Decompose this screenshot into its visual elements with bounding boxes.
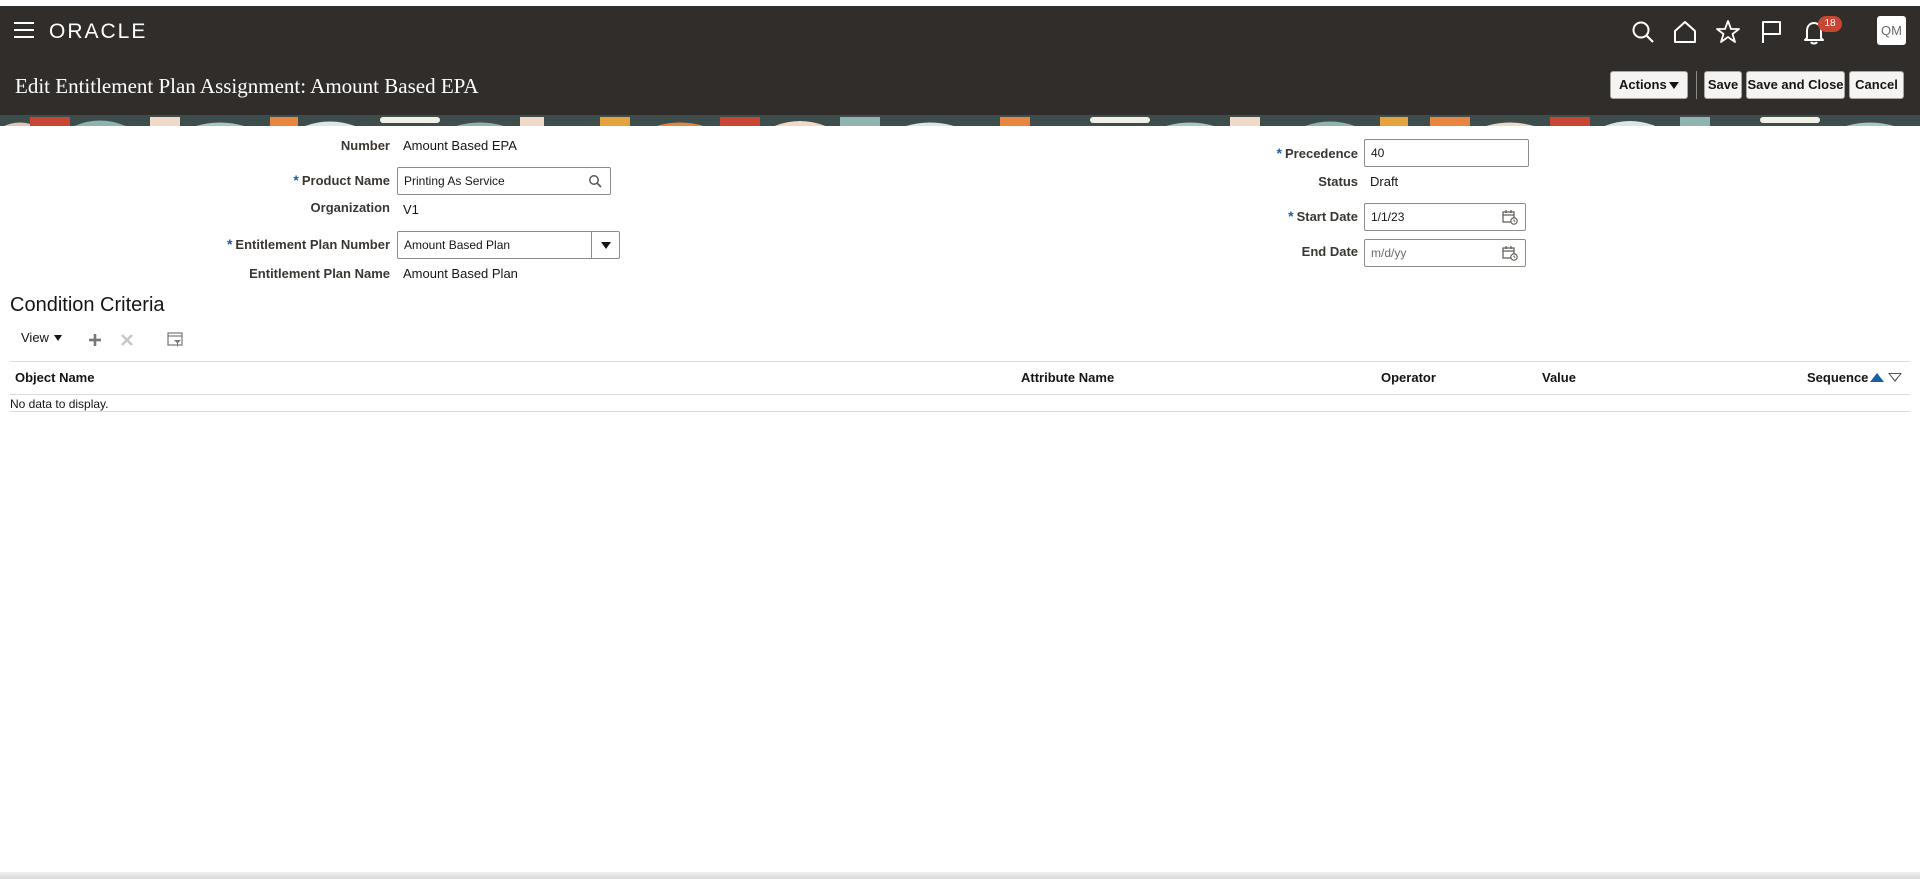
organization-label: Organization xyxy=(310,200,390,215)
end-date-input[interactable]: m/d/yy xyxy=(1364,239,1526,267)
home-icon[interactable] xyxy=(1671,18,1699,46)
start-date-label: * Start Date xyxy=(1200,208,1358,224)
product-name-label: * Product Name xyxy=(200,172,390,188)
view-label: View xyxy=(21,330,49,345)
product-name-label-text: Product Name xyxy=(301,173,390,188)
actions-menu-button[interactable]: Actions xyxy=(1610,71,1688,99)
number-value: Amount Based EPA xyxy=(403,138,517,153)
end-date-label: End Date xyxy=(1301,244,1358,259)
save-and-close-button[interactable]: Save and Close xyxy=(1746,71,1845,99)
page-title: Edit Entitlement Plan Assignment: Amount… xyxy=(15,74,479,98)
table-divider xyxy=(10,361,1910,362)
status-value: Draft xyxy=(1370,174,1399,189)
global-header: ORACLE 18 QM Edit Entitlement Plan Assig… xyxy=(0,0,1920,115)
sort-descending-icon[interactable] xyxy=(1888,373,1902,382)
table-bottom-divider xyxy=(10,411,1910,412)
start-date-input[interactable]: 1/1/23 xyxy=(1364,203,1526,231)
calendar-icon[interactable] xyxy=(1501,244,1519,262)
toolbar-divider xyxy=(1696,71,1697,99)
flag-icon[interactable] xyxy=(1757,18,1785,46)
oracle-logo[interactable]: ORACLE xyxy=(49,20,147,44)
organization-value: V1 xyxy=(403,202,419,217)
end-date-placeholder: m/d/yy xyxy=(1371,246,1407,260)
actions-label: Actions xyxy=(1619,77,1667,92)
user-avatar[interactable]: QM xyxy=(1877,16,1906,45)
column-header-operator[interactable]: Operator xyxy=(1381,370,1436,385)
required-marker: * xyxy=(1276,145,1282,161)
required-marker: * xyxy=(293,172,299,188)
precedence-label: * Precedence xyxy=(1200,145,1358,161)
column-header-object-name[interactable]: Object Name xyxy=(15,370,94,385)
precedence-label-text: Precedence xyxy=(1285,146,1358,161)
search-icon[interactable] xyxy=(586,172,604,190)
plan-number-value: Amount Based Plan xyxy=(404,238,511,252)
sort-ascending-icon[interactable] xyxy=(1870,373,1884,382)
plan-number-label: * Entitlement Plan Number xyxy=(200,236,390,252)
favorites-star-icon[interactable] xyxy=(1714,18,1742,46)
number-label: Number xyxy=(340,138,390,153)
column-header-sequence[interactable]: Sequence xyxy=(1807,370,1868,385)
plan-name-label: Entitlement Plan Name xyxy=(249,266,390,281)
plan-name-value: Amount Based Plan xyxy=(403,266,518,281)
start-date-value: 1/1/23 xyxy=(1371,210,1405,224)
product-name-value: Printing As Service xyxy=(404,174,505,188)
decorative-banner xyxy=(0,115,1920,126)
search-icon[interactable] xyxy=(1629,18,1657,46)
cancel-button[interactable]: Cancel xyxy=(1849,71,1904,99)
add-row-icon[interactable] xyxy=(87,332,103,348)
start-date-label-text: Start Date xyxy=(1296,209,1358,224)
notification-count-badge: 18 xyxy=(1818,16,1842,32)
precedence-value: 40 xyxy=(1371,146,1385,160)
column-header-attribute-name[interactable]: Attribute Name xyxy=(1021,370,1114,385)
column-header-value[interactable]: Value xyxy=(1542,370,1576,385)
required-marker: * xyxy=(226,236,233,252)
view-menu[interactable]: View xyxy=(21,330,62,345)
query-by-example-icon[interactable] xyxy=(167,332,183,348)
menu-icon[interactable] xyxy=(14,22,34,38)
plan-number-select[interactable]: Amount Based Plan xyxy=(397,231,620,259)
chevron-down-icon[interactable] xyxy=(591,231,619,259)
condition-criteria-title: Condition Criteria xyxy=(10,294,165,316)
chevron-down-icon xyxy=(1669,82,1679,89)
product-name-input[interactable]: Printing As Service xyxy=(397,167,611,195)
plan-number-label-text: Entitlement Plan Number xyxy=(235,237,390,252)
save-button[interactable]: Save xyxy=(1704,71,1742,99)
calendar-icon[interactable] xyxy=(1501,208,1519,226)
chevron-down-icon xyxy=(53,334,62,341)
precedence-input[interactable]: 40 xyxy=(1364,139,1529,167)
status-label: Status xyxy=(1318,174,1358,189)
delete-row-icon[interactable] xyxy=(119,332,135,348)
table-header-divider xyxy=(10,394,1910,395)
page-bottom-edge xyxy=(0,872,1920,879)
required-marker: * xyxy=(1288,208,1294,224)
top-edge xyxy=(0,0,1920,6)
empty-table-message: No data to display. xyxy=(10,397,109,411)
